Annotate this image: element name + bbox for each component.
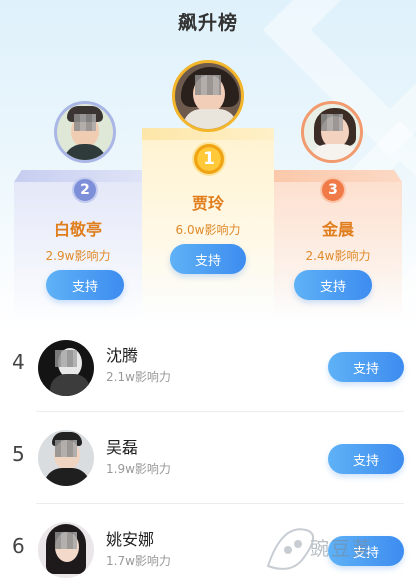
support-button[interactable]: 支持	[46, 270, 124, 300]
avatar[interactable]	[54, 101, 116, 163]
page-title: 飙升榜	[177, 12, 238, 34]
support-button[interactable]: 支持	[170, 244, 246, 274]
podium-name: 金晨	[321, 220, 354, 239]
avatar[interactable]	[301, 101, 363, 163]
list-item-influence: 2.1w影响力	[106, 370, 171, 384]
list-item-name: 吴磊	[106, 438, 139, 457]
list-item[interactable]: 4 沈腾 2.1w影响力 支持	[0, 322, 416, 412]
podium-name: 贾玲	[191, 194, 224, 213]
support-button[interactable]: 支持	[328, 352, 404, 382]
list-item-influence: 1.9w影响力	[106, 462, 171, 476]
podium-influence: 2.9w影响力	[45, 249, 111, 263]
support-button[interactable]: 支持	[328, 444, 404, 474]
watermark: 豌豆荚	[262, 516, 412, 578]
podium-name: 白敬亭	[53, 220, 102, 239]
divider	[36, 411, 404, 412]
avatar[interactable]	[38, 522, 94, 578]
rank-medal-silver: 2	[72, 177, 98, 203]
list-item[interactable]: 5 吴磊 1.9w影响力 支持	[0, 414, 416, 504]
support-button[interactable]: 支持	[294, 270, 372, 300]
rank-medal-bronze: 3	[320, 177, 346, 203]
avatar[interactable]	[38, 430, 94, 486]
list-item-name: 沈腾	[106, 346, 139, 365]
rank-medal-gold: 1	[192, 142, 226, 176]
rank-number: 6	[12, 534, 25, 558]
divider	[36, 503, 404, 504]
list-item-name: 姚安娜	[106, 530, 155, 549]
watermark-text: 豌豆荚	[310, 538, 374, 560]
rank-number: 5	[12, 442, 25, 466]
avatar[interactable]	[38, 340, 94, 396]
list-item-influence: 1.7w影响力	[106, 554, 171, 568]
avatar[interactable]	[172, 60, 244, 132]
podium-influence: 6.0w影响力	[175, 223, 241, 237]
rank-number: 4	[12, 350, 25, 374]
podium-influence: 2.4w影响力	[305, 249, 371, 263]
